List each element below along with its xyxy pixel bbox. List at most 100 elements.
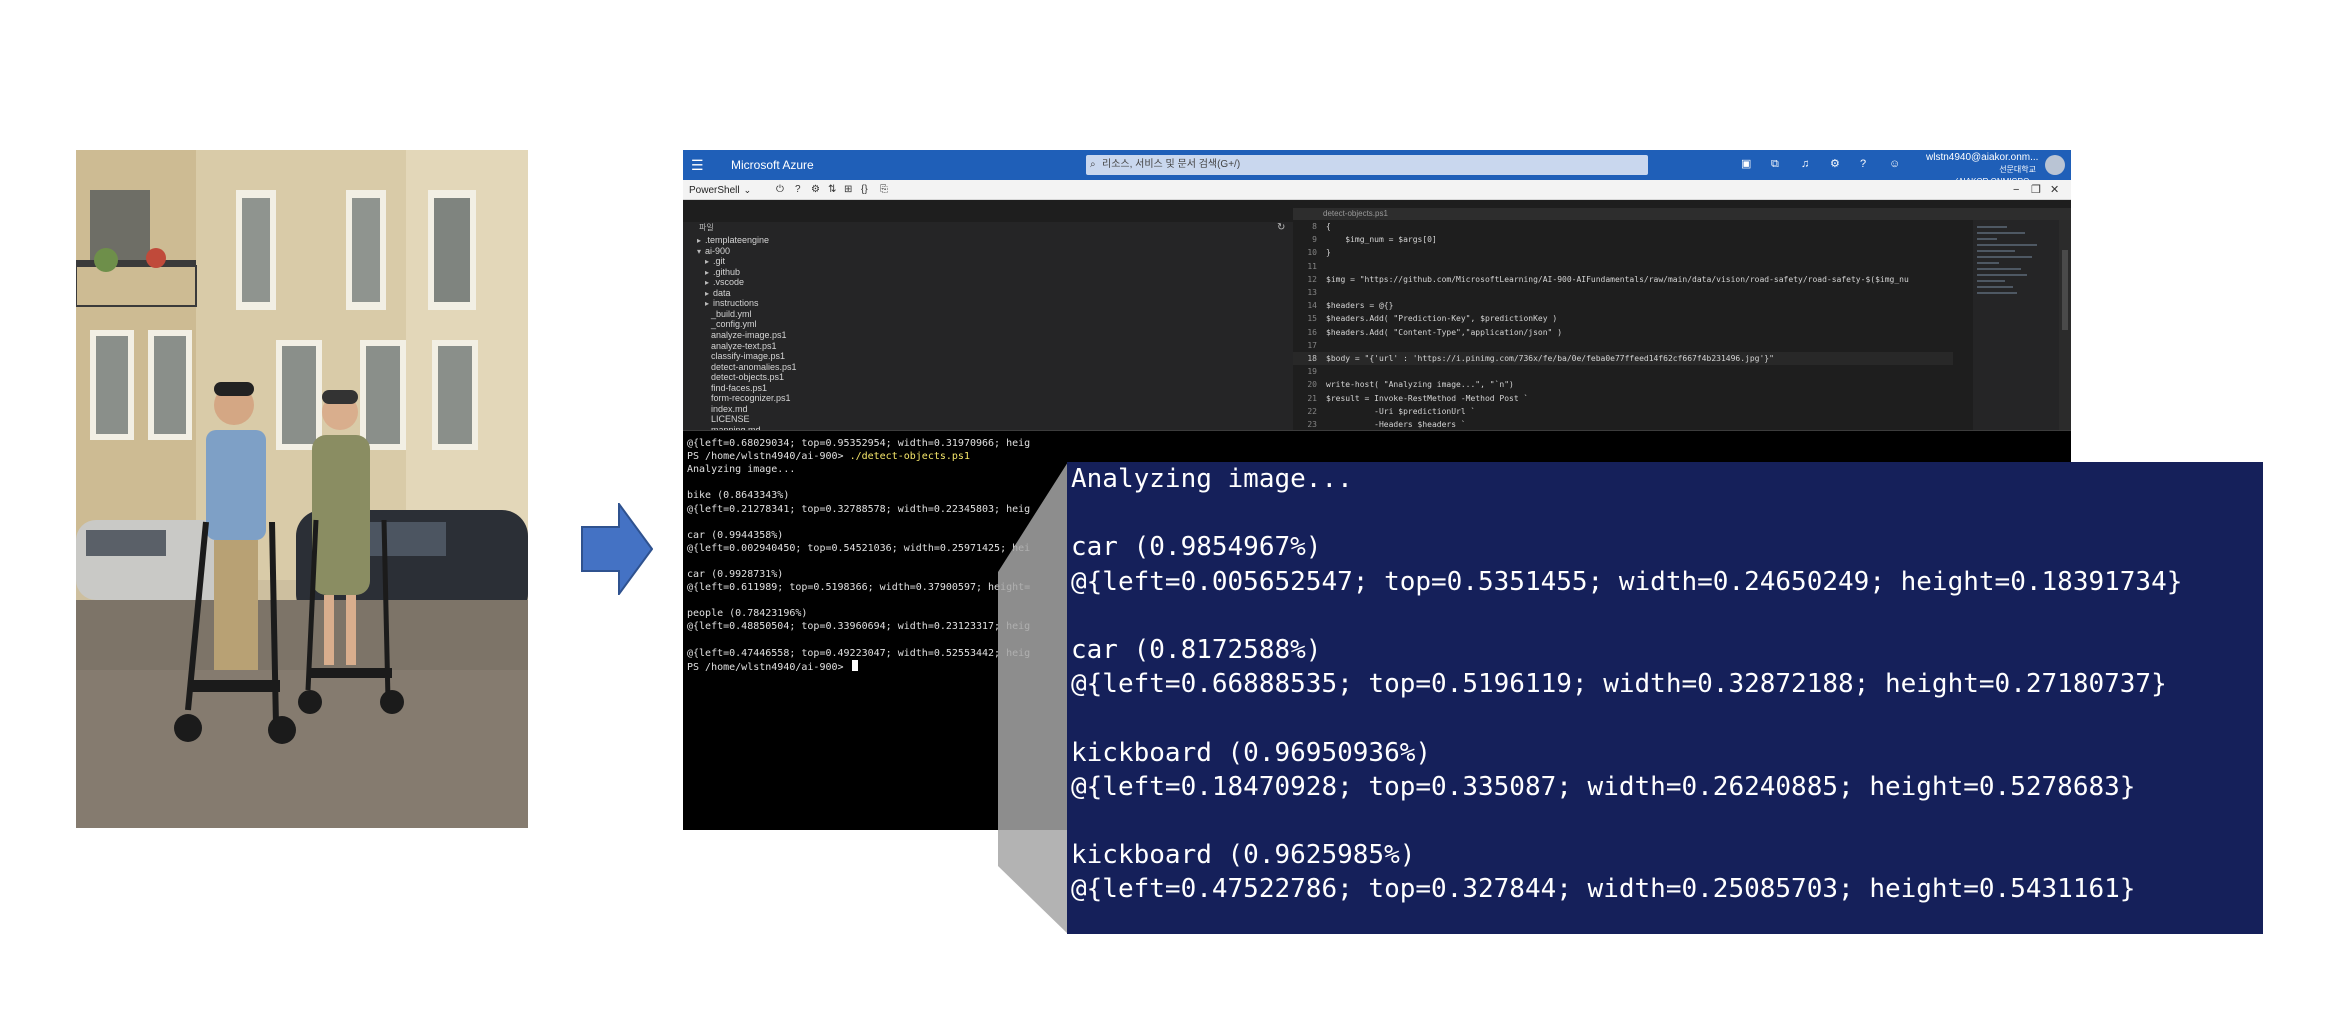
code-text: $headers.Add( "Prediction-Key", $predict… [1326,314,1558,324]
file-tree-item-label: _build.yml [711,308,752,319]
web-preview-icon[interactable]: ⎘ [880,180,888,200]
zoom-line: kickboard (0.9625985%) [1071,840,1416,871]
terminal-line: @{left=0.68029034; top=0.95352954; width… [687,437,1030,450]
zoom-line: @{left=0.18470928; top=0.335087; width=0… [1071,771,2136,802]
line-number: 20 [1307,380,1317,390]
line-number: 21 [1307,393,1317,403]
terminal-line: bike (0.8643343%) [687,489,789,502]
terminal-line-text: PS /home/wlstn4940/ai-900> [687,451,850,463]
minimap-line [1977,232,2025,234]
code-text: write-host( "Analyzing image...", "`n") [1326,380,1514,390]
editor-scrollbar[interactable] [2059,220,2071,430]
minimap-line [1977,268,2021,270]
terminal-line: PS /home/wlstn4940/ai-900> [687,659,858,674]
file-tree-item-label: data [713,287,731,298]
minimap-line [1977,226,2007,228]
directory-filter-icon[interactable]: ⧉ [1771,157,1779,171]
terminal-line-text: @{left=0.68029034; top=0.95352954; width… [687,438,1031,449]
code-text: $headers.Add( "Content-Type","applicatio… [1326,327,1563,337]
terminal-line: people (0.78423196%) [687,607,807,620]
user-email: wlstn4940@aiakor.onm... [1926,152,2039,163]
code-line: 20 write-host( "Analyzing image...", "`n"… [1293,378,1953,391]
restart-icon[interactable]: ⏻ [776,180,784,200]
global-search-input[interactable]: ⌕ 리소스, 서비스 및 문서 검색(G+/) [1086,155,1648,175]
scrollbar-thumb[interactable] [2062,250,2068,330]
photo-illustration [76,150,528,828]
help-icon[interactable]: ? [795,180,801,200]
code-editor[interactable]: 8{9 $img_num = $args[0] 10} 11 12 $img = "ht… [1293,220,1953,430]
code-line: 21 $result = Invoke-RestMethod -Method Po… [1293,392,1953,405]
refresh-icon[interactable]: ↻ [1277,222,1285,234]
new-session-icon[interactable]: ⊞ [844,180,852,200]
line-number: 18 [1307,354,1317,363]
settings-gear-icon[interactable]: ⚙ [811,180,820,200]
chevron-right-icon: ▸ [705,299,710,309]
chevron-down-icon: ▾ [697,246,702,256]
settings-gear-icon[interactable]: ⚙ [1830,157,1840,171]
editor-tab[interactable]: detect-objects.ps1 [1323,208,1388,220]
search-icon: ⌕ [1090,159,1096,170]
minimap-line [1977,280,2005,282]
cloud-shell-toolbar: PowerShell ⌄ ⏻ ? ⚙ ⇅ ⊞ {} ⎘ − ❐ ✕ [683,180,2071,200]
file-tree-item-label: _config.yml [711,319,757,330]
file-tree-item-label: classify-image.ps1 [711,351,786,362]
file-tree-item-label: .github [713,266,741,277]
azure-brand[interactable]: Microsoft Azure [731,157,814,173]
file-explorer: 파일 ↻ ▸ .templateengine ▾ ai-900 ▸ .git ▸ .githu… [683,222,1293,456]
close-icon[interactable]: ✕ [2050,180,2059,200]
terminal-line: car (0.9944358%) [687,529,783,542]
minimap-line [1977,286,2013,288]
terminal-line: @{left=0.002940450; top=0.54521036; widt… [687,542,1030,555]
terminal-line-text: people (0.78423196%) [687,608,808,620]
terminal-line: @{left=0.47446558; top=0.49223047; width… [687,647,1030,660]
editor-tab-bar: detect-objects.ps1 [1293,208,2071,220]
line-number: 12 [1307,274,1317,284]
minimize-icon[interactable]: − [2013,180,2019,200]
code-line: 19 [1293,365,1953,378]
terminal-line-text: @{left=0.611989; top=0.5198366; width=0.… [687,582,1031,594]
code-text: $result = Invoke-RestMethod -Method Post… [1326,393,1529,403]
minimap-line [1977,274,2027,276]
line-number: 23 [1307,420,1317,429]
terminal-command: ./detect-objects.ps1 [849,451,970,463]
terminal-line-text: @{left=0.002940450; top=0.54521036; widt… [687,542,1031,554]
editor-braces-icon[interactable]: {} [861,180,868,200]
editor-minimap[interactable] [1973,220,2059,430]
search-placeholder: 리소스, 서비스 및 문서 검색(G+/) [1102,159,1241,170]
terminal-line-text: @{left=0.47446558; top=0.49223047; width… [687,647,1031,659]
code-text: -Uri $predictionUrl ` [1326,406,1476,416]
feedback-icon[interactable]: ☺ [1889,157,1900,171]
code-line: 17 [1293,339,1953,352]
hamburger-menu-icon[interactable]: ☰ [691,156,704,174]
file-tree-item-label: .git [713,256,726,267]
maximize-icon[interactable]: ❐ [2031,180,2041,200]
line-number: 17 [1307,340,1317,350]
shell-label: PowerShell [689,185,740,196]
code-text: } [1326,248,1331,258]
code-line: 22 -Uri $predictionUrl ` [1293,405,1953,418]
file-tree-item-label: detect-anomalies.ps1 [711,361,797,372]
code-line: 9 $img_num = $args[0] [1293,233,1953,246]
line-number: 13 [1307,288,1317,297]
avatar[interactable] [2045,155,2065,175]
help-icon[interactable]: ? [1860,157,1866,171]
line-number: 16 [1307,327,1317,337]
shell-selector[interactable]: PowerShell ⌄ [689,180,751,201]
upload-download-icon[interactable]: ⇅ [828,180,836,200]
terminal-line-text: bike (0.8643343%) [687,490,790,502]
notifications-icon[interactable]: ♫ [1801,157,1809,171]
terminal-line-text: @{left=0.48850504; top=0.33960694; width… [687,621,1031,633]
chevron-down-icon: ⌄ [743,185,752,195]
code-line: 23 -Headers $headers ` [1293,418,1953,430]
file-tree-item-label: .templateengine [705,235,770,245]
file-tree-item-label: .vscode [713,277,745,288]
code-line: 18 $body = "{'url' : 'https://i.pinimg.co… [1293,352,1953,365]
zoom-wedge [998,462,1068,934]
terminal-line: car (0.9928731%) [687,568,783,581]
explorer-heading: 파일 [699,223,714,232]
code-line: 12 $img = "https://github.com/MicrosoftLe… [1293,273,1953,286]
cloud-shell-icon[interactable]: ▣ [1741,157,1751,171]
code-text: $img = "https://github.com/MicrosoftLear… [1326,274,1909,284]
zoom-line: @{left=0.66888535; top=0.5196119; width=… [1071,669,2167,700]
terminal-line-text: PS /home/wlstn4940/ai-900> [687,661,850,673]
